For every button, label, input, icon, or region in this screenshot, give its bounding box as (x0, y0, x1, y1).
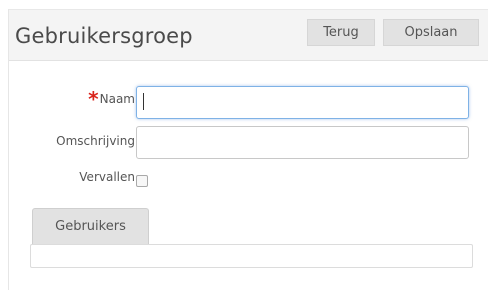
text-cursor (143, 93, 144, 110)
vervallen-label: Vervallen (79, 170, 135, 184)
page-title: Gebruikersgroep (15, 24, 193, 48)
omschrijving-label: Omschrijving (56, 134, 135, 148)
naam-label-text: Naam (99, 92, 135, 106)
back-button[interactable]: Terug (307, 19, 375, 46)
omschrijving-input[interactable] (136, 126, 469, 159)
naam-input[interactable] (136, 86, 469, 119)
gebruikers-tab-content (30, 244, 473, 268)
vervallen-checkbox[interactable] (136, 175, 148, 187)
save-button[interactable]: Opslaan (383, 19, 479, 46)
naam-label: *Naam (88, 87, 135, 111)
tab-gebruikers[interactable]: Gebruikers (32, 208, 149, 245)
panel-header: Gebruikersgroep Terug Opslaan (9, 9, 488, 61)
required-marker: * (88, 87, 99, 111)
